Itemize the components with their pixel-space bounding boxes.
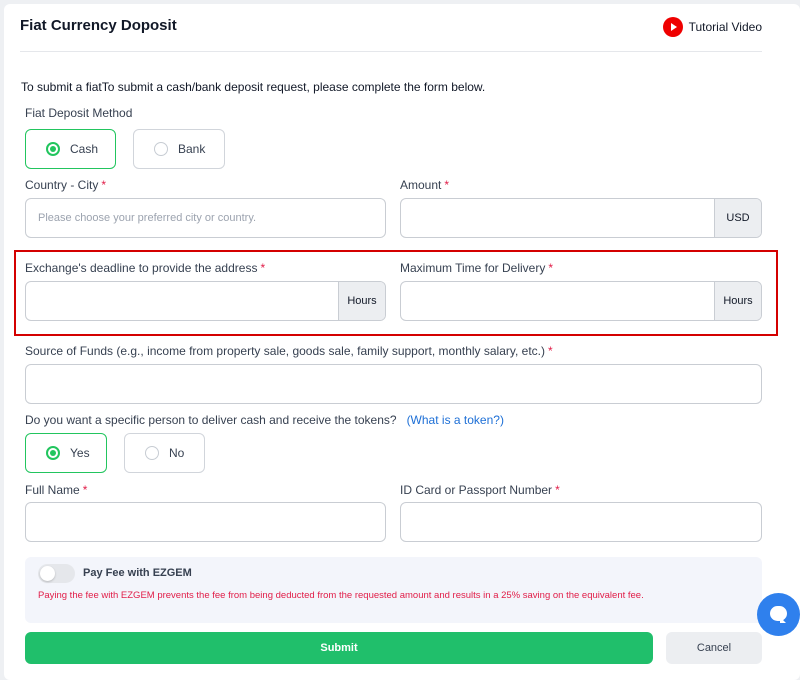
page-title: Fiat Currency Doposit: [20, 17, 177, 34]
fee-panel: Pay Fee with EZGEM Paying the fee with E…: [25, 557, 762, 623]
pay-fee-toggle[interactable]: [38, 564, 75, 583]
id-number-input[interactable]: [400, 502, 762, 542]
amount-input[interactable]: [401, 199, 714, 237]
exchange-deadline-label: Exchange's deadline to provide the addre…: [25, 261, 265, 275]
form-intro: To submit a fiatTo submit a cash/bank de…: [21, 80, 486, 94]
source-of-funds-label-text: Source of Funds (e.g., income from prope…: [25, 344, 546, 358]
full-name-label: Full Name *: [25, 483, 87, 497]
required-mark: *: [548, 261, 554, 275]
chat-support-button[interactable]: [757, 593, 800, 636]
tutorial-video-link[interactable]: Tutorial Video: [662, 17, 762, 37]
radio-selected-icon: [46, 142, 60, 156]
radio-unselected-icon: [154, 142, 168, 156]
pay-fee-toggle-label: Pay Fee with EZGEM: [83, 567, 192, 579]
required-mark: *: [82, 483, 88, 497]
what-is-token-link[interactable]: (What is a token?): [407, 413, 504, 427]
fee-note: Paying the fee with EZGEM prevents the f…: [38, 590, 644, 601]
submit-button[interactable]: Submit: [25, 632, 653, 664]
specific-person-no-radio[interactable]: No: [124, 433, 205, 473]
amount-label-text: Amount: [400, 178, 442, 192]
id-number-label: ID Card or Passport Number *: [400, 483, 560, 497]
radio-label-cash: Cash: [70, 142, 99, 156]
source-of-funds-label: Source of Funds (e.g., income from prope…: [25, 344, 553, 358]
specific-person-question-text: Do you want a specific person to deliver…: [25, 413, 397, 427]
required-mark: *: [101, 178, 107, 192]
exchange-deadline-hours-addon: Hours: [338, 282, 385, 320]
required-mark: *: [260, 261, 266, 275]
radio-label-bank: Bank: [178, 142, 206, 156]
required-mark: *: [555, 483, 560, 497]
radio-unselected-icon: [145, 446, 159, 460]
exchange-deadline-field: Hours: [25, 281, 386, 321]
required-mark: *: [444, 178, 450, 192]
full-name-input[interactable]: [25, 502, 386, 542]
tutorial-video-label: Tutorial Video: [688, 20, 762, 34]
max-delivery-hours-addon: Hours: [714, 282, 761, 320]
exchange-deadline-label-text: Exchange's deadline to provide the addre…: [25, 261, 258, 275]
full-name-label-text: Full Name: [25, 483, 80, 497]
amount-field: USD: [400, 198, 762, 238]
id-number-label-text: ID Card or Passport Number: [400, 483, 553, 497]
country-city-label-text: Country - City: [25, 178, 99, 192]
max-delivery-input[interactable]: [401, 282, 714, 320]
country-city-label: Country - City *: [25, 178, 106, 192]
amount-currency-addon: USD: [714, 199, 761, 237]
country-city-input[interactable]: [25, 198, 386, 238]
amount-label: Amount *: [400, 178, 449, 192]
source-of-funds-input[interactable]: [25, 364, 762, 404]
youtube-play-icon: [662, 17, 683, 37]
specific-person-question: Do you want a specific person to deliver…: [25, 413, 504, 427]
deposit-method-bank-radio[interactable]: Bank: [133, 129, 225, 169]
max-delivery-label: Maximum Time for Delivery *: [400, 261, 553, 275]
max-delivery-label-text: Maximum Time for Delivery: [400, 261, 546, 275]
cancel-button[interactable]: Cancel: [666, 632, 762, 664]
required-mark: *: [548, 344, 553, 358]
radio-label-yes: Yes: [70, 446, 90, 460]
radio-label-no: No: [169, 446, 185, 460]
deposit-method-label: Fiat Deposit Method: [25, 106, 133, 120]
exchange-deadline-input[interactable]: [26, 282, 338, 320]
radio-selected-icon: [46, 446, 60, 460]
page-header: Fiat Currency Doposit Tutorial Video: [20, 0, 762, 52]
max-delivery-field: Hours: [400, 281, 762, 321]
deposit-method-cash-radio[interactable]: Cash: [25, 129, 116, 169]
specific-person-yes-radio[interactable]: Yes: [25, 433, 107, 473]
